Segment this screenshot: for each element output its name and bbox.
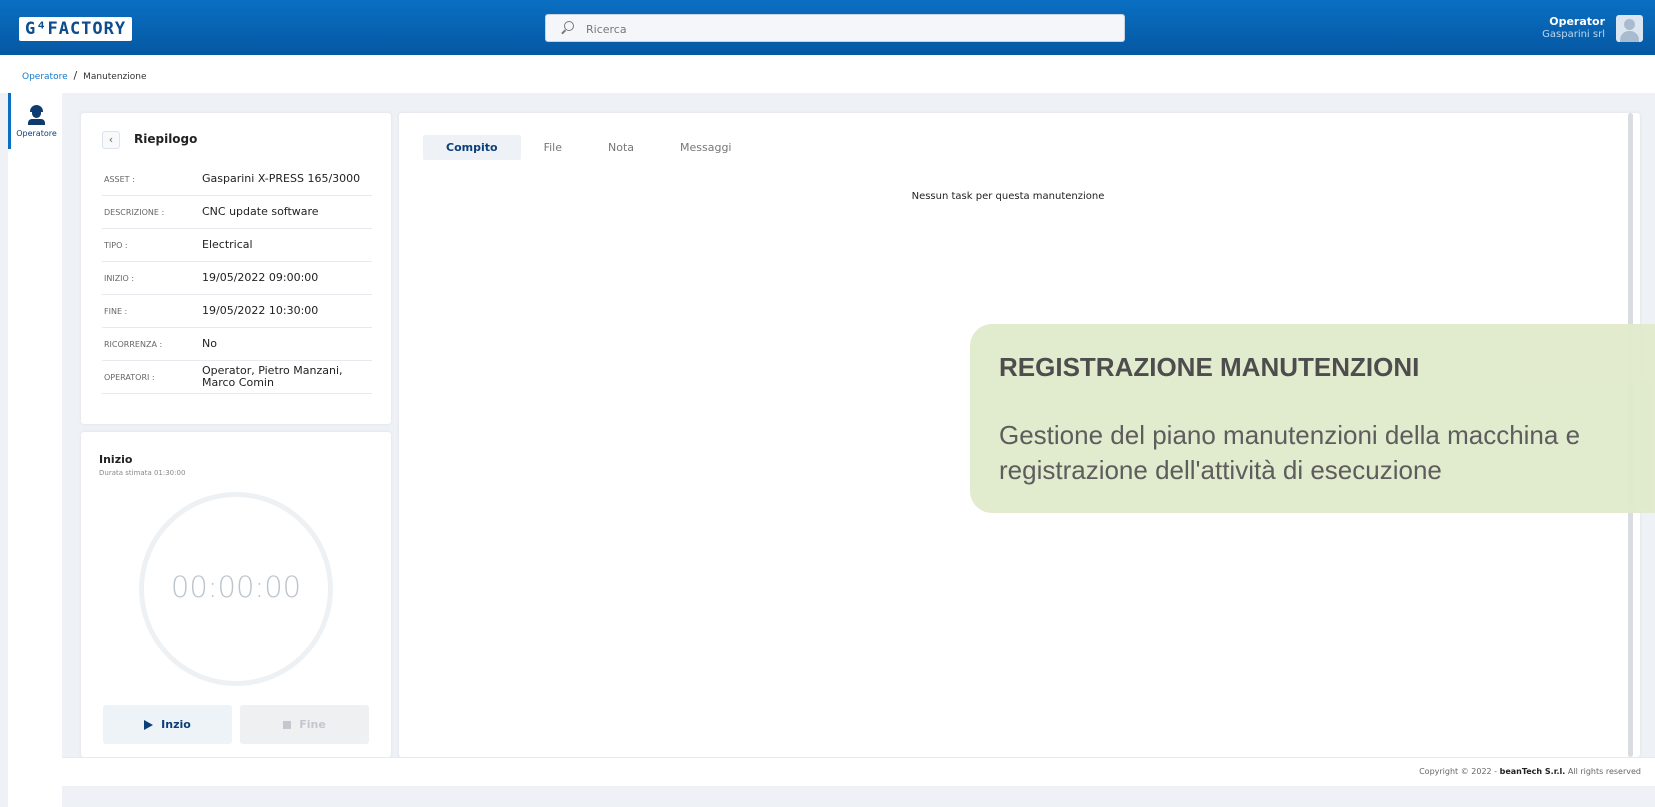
copyright-prefix: Copyright © 2022 -: [1419, 767, 1498, 776]
detail-list: ASSET : Gasparini X-PRESS 165/3000 DESCR…: [102, 163, 372, 394]
timer-estimated-duration: Durata stimata 01:30:00: [99, 469, 186, 477]
start-button-label: Inzio: [161, 718, 191, 731]
play-icon: [144, 719, 154, 730]
app-logo[interactable]: G⁴FACTORY: [19, 17, 133, 41]
tab-nota[interactable]: Nota: [585, 135, 657, 160]
summary-card: ‹ Riepilogo ASSET : Gasparini X-PRESS 16…: [81, 113, 391, 424]
detail-row-tipo: TIPO : Electrical: [102, 229, 372, 262]
sidebar-item-label: Operatore: [16, 129, 57, 138]
operator-helmet-icon: [28, 105, 45, 125]
feature-callout: REGISTRAZIONE MANUTENZIONI Gestione del …: [970, 324, 1655, 513]
breadcrumb-bar: Operatore / Manutenzione: [0, 55, 1655, 93]
footer: Copyright © 2022 - beanTech S.r.l. All r…: [62, 757, 1655, 786]
breadcrumb-separator: /: [73, 69, 78, 82]
detail-row-fine: FINE : 19/05/2022 10:30:00: [102, 295, 372, 328]
detail-value: Operator, Pietro Manzani, Marco Comin: [202, 364, 343, 389]
back-button[interactable]: ‹: [102, 131, 120, 149]
detail-label: RICORRENZA :: [104, 339, 163, 349]
stop-button-label: Fine: [299, 718, 326, 731]
detail-value: 19/05/2022 09:00:00: [202, 271, 319, 284]
start-button[interactable]: Inzio: [103, 705, 232, 744]
detail-value: No: [202, 337, 217, 350]
timer-title: Inizio: [99, 453, 133, 466]
breadcrumb-current: Manutenzione: [83, 72, 147, 82]
user-info[interactable]: Operator Gasparini srl: [1542, 15, 1605, 41]
detail-row-operatori: OPERATORI : Operator, Pietro Manzani, Ma…: [102, 361, 372, 394]
top-bar: G⁴FACTORY Operator Gasparini srl: [0, 0, 1655, 55]
avatar-user-icon: [1624, 19, 1635, 30]
avatar[interactable]: [1616, 15, 1643, 42]
detail-label: INIZIO :: [104, 273, 135, 283]
detail-label: OPERATORI :: [104, 372, 155, 382]
detail-label: DESCRIZIONE :: [104, 207, 165, 217]
empty-task-message: Nessun task per questa manutenzione: [911, 191, 1105, 202]
detail-value: CNC update software: [202, 205, 319, 218]
breadcrumb-operatore-link[interactable]: Operatore: [22, 72, 68, 82]
detail-row-descrizione: DESCRIZIONE : CNC update software: [102, 196, 372, 229]
tab-compito[interactable]: Compito: [423, 135, 521, 160]
detail-label: FINE :: [104, 306, 128, 316]
copyright-company: beanTech S.r.l.: [1499, 767, 1566, 776]
detail-value: 19/05/2022 10:30:00: [202, 304, 319, 317]
user-company: Gasparini srl: [1542, 29, 1605, 40]
detail-row-ricorrenza: RICORRENZA : No: [102, 328, 372, 361]
stop-button[interactable]: Fine: [240, 705, 369, 744]
search-box[interactable]: [545, 14, 1125, 42]
detail-value: Electrical: [202, 238, 253, 251]
detail-value: Gasparini X-PRESS 165/3000: [202, 172, 361, 185]
search-icon: [564, 21, 574, 31]
search-input[interactable]: [586, 19, 1106, 39]
breadcrumb: Operatore / Manutenzione: [22, 69, 147, 82]
callout-title: REGISTRAZIONE MANUTENZIONI: [999, 352, 1420, 382]
stop-icon: [283, 720, 292, 729]
tab-messaggi[interactable]: Messaggi: [657, 135, 754, 160]
tab-bar: Compito File Nota Messaggi: [423, 135, 754, 160]
timer-dial: 00:00:00: [139, 492, 333, 686]
timer-display: 00:00:00: [170, 570, 302, 604]
detail-label: ASSET :: [104, 174, 135, 184]
summary-title: Riepilogo: [134, 132, 198, 146]
user-name: Operator: [1549, 15, 1605, 28]
sidebar-item-operatore[interactable]: Operatore: [8, 93, 62, 149]
tab-file[interactable]: File: [521, 135, 585, 160]
copyright: Copyright © 2022 - beanTech S.r.l. All r…: [1419, 767, 1641, 776]
detail-label: TIPO :: [104, 240, 128, 250]
sidebar: Operatore: [8, 93, 62, 807]
callout-text: Gestione del piano manutenzioni della ma…: [999, 420, 1581, 485]
detail-row-inizio: INIZIO : 19/05/2022 09:00:00: [102, 262, 372, 295]
timer-card: Inizio Durata stimata 01:30:00 00:00:00 …: [81, 432, 391, 757]
copyright-suffix: All rights reserved: [1567, 767, 1641, 776]
detail-row-asset: ASSET : Gasparini X-PRESS 165/3000: [102, 163, 372, 196]
